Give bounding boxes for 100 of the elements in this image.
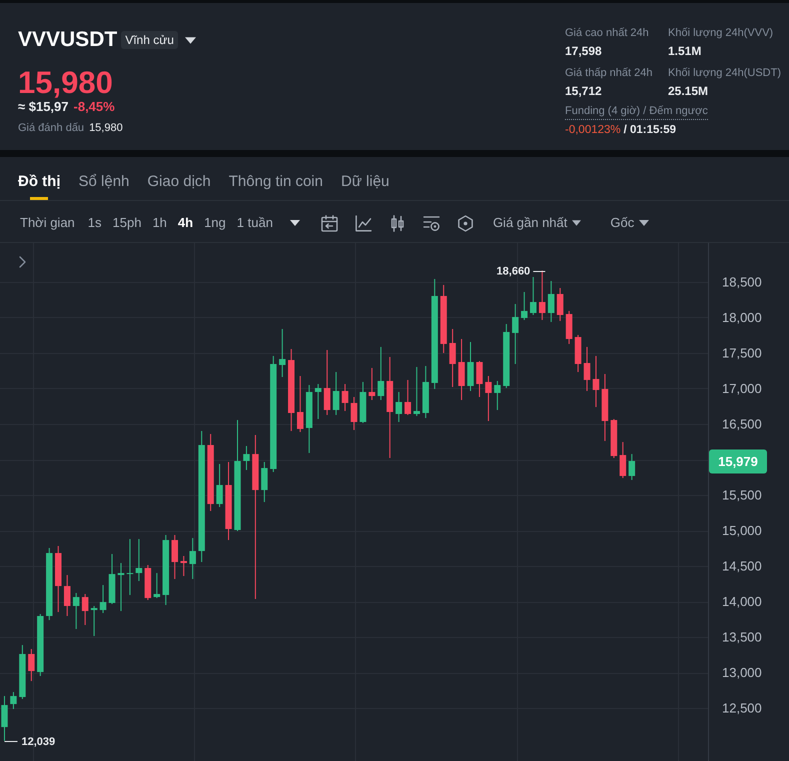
price-source-dropdown[interactable]: Giá gần nhất <box>492 214 582 232</box>
rising-candle <box>261 461 268 503</box>
caret-icon[interactable] <box>184 36 196 44</box>
section-tab[interactable]: Đồ thị <box>18 157 60 200</box>
rising-candle <box>396 391 402 422</box>
falling-candle <box>324 350 330 416</box>
mark-price-label: Giá đánh dấu <box>18 121 84 136</box>
falling-candle <box>55 546 62 613</box>
stat-value: 17,598 <box>565 43 602 59</box>
rising-candle <box>548 280 554 322</box>
rising-candle <box>72 592 80 630</box>
funding-rate: -0,00123% <box>565 123 621 138</box>
contract-type-tag: Vĩnh cửu <box>121 31 178 49</box>
rising-candle <box>314 384 322 420</box>
price-axis-label: 15,500 <box>722 488 762 502</box>
interval-label: Thời gian <box>20 214 75 232</box>
calendar-icon[interactable] <box>320 214 338 232</box>
time-interval-option[interactable]: 1 tuần <box>236 214 273 232</box>
section-tab[interactable]: Giao dịch <box>147 157 211 200</box>
falling-candle <box>574 334 582 373</box>
falling-candle <box>368 367 376 400</box>
rising-candle <box>126 538 134 596</box>
falling-candle <box>350 396 358 431</box>
rising-candle <box>136 538 142 582</box>
falling-candle <box>584 346 590 392</box>
falling-candle <box>404 379 412 416</box>
falling-candle <box>610 418 618 458</box>
rising-candle <box>512 304 519 364</box>
last-price: 15,980 <box>18 67 113 99</box>
stat-value: 1.51M <box>668 43 702 59</box>
falling-candle <box>342 384 348 412</box>
section-tab[interactable]: Dữ liệu <box>340 157 390 200</box>
price-axis-label: 18,500 <box>722 274 762 290</box>
time-interval-option[interactable]: 1s <box>88 214 102 232</box>
rising-candle <box>118 562 124 612</box>
scale-dropdown[interactable]: Gốc <box>610 214 650 232</box>
falling-candle <box>538 270 546 320</box>
caret-icon <box>572 220 582 226</box>
rising-candle <box>10 692 17 710</box>
caret-icon[interactable] <box>290 220 300 226</box>
stat-label: Giá thấp nhất 24h <box>565 66 652 81</box>
rising-candle <box>1 696 8 742</box>
time-interval-option[interactable]: 4h <box>178 214 194 232</box>
falling-candle <box>476 360 483 398</box>
falling-candle <box>440 284 447 354</box>
price-axis-label: 18,000 <box>722 310 762 325</box>
candlestick-icon[interactable] <box>388 214 406 232</box>
rising-candle <box>216 463 223 508</box>
price-axis-label: 14,000 <box>722 594 762 610</box>
stat-label: Khối lượng 24h(USDT) <box>668 66 782 81</box>
mark-price-value: 15,980 <box>89 121 123 136</box>
falling-candle <box>144 564 152 601</box>
section-tab[interactable]: Sổ lệnh <box>78 157 130 200</box>
rising-candle <box>530 276 536 316</box>
last-price-tag: 15,979 <box>709 450 767 474</box>
rising-candle <box>521 292 528 320</box>
rising-candle <box>628 454 636 480</box>
hexagon-icon[interactable] <box>456 214 474 232</box>
rising-candle <box>503 324 510 388</box>
rising-candle <box>494 380 501 410</box>
rising-candle <box>332 372 340 416</box>
low-price-label: 12,039 <box>21 736 56 748</box>
falling-candle <box>82 594 88 626</box>
price-axis-label: 17,000 <box>722 381 762 396</box>
falling-candle <box>602 374 608 442</box>
falling-candle <box>485 376 492 422</box>
funding-label: Funding (4 giờ) / Đếm ngược <box>565 104 708 120</box>
time-interval-option[interactable]: 1ng <box>204 214 226 232</box>
rising-candle <box>19 644 26 700</box>
time-interval-option[interactable]: 1h <box>152 214 167 232</box>
price-axis-label: 13,500 <box>722 630 762 645</box>
high-price-label: 18,660 <box>496 266 530 278</box>
line-chart-icon[interactable] <box>354 214 372 232</box>
falling-candle <box>180 556 187 577</box>
rising-candle <box>154 572 160 599</box>
list-circle-icon[interactable] <box>422 214 440 232</box>
price-axis-label: 12,500 <box>722 700 762 716</box>
price-axis-label: 15,000 <box>722 523 762 538</box>
chevron-right-icon[interactable] <box>19 256 26 268</box>
rising-candle <box>467 341 474 392</box>
rising-candle <box>422 365 429 419</box>
price-axis-label: 14,500 <box>722 558 762 574</box>
time-interval-option[interactable]: 15ph <box>112 214 142 232</box>
falling-candle <box>566 310 572 344</box>
high-price-leader-line <box>532 271 546 272</box>
section-tab[interactable]: Thông tin coin <box>228 157 323 200</box>
rising-candle <box>413 366 420 416</box>
stat-value: 25.15M <box>668 83 708 99</box>
falling-candle <box>296 376 304 433</box>
falling-candle <box>592 355 600 408</box>
price-axis-label: 17,500 <box>722 346 762 360</box>
rising-candle <box>360 381 366 424</box>
price-change: -8,45% <box>74 99 115 115</box>
price-axis-label: 13,000 <box>722 665 762 680</box>
rising-candle <box>162 534 170 606</box>
falling-candle <box>458 338 465 400</box>
rising-candle <box>279 328 286 378</box>
caret-icon <box>639 220 650 226</box>
low-price-leader-line <box>4 741 18 742</box>
falling-candle <box>28 648 35 682</box>
